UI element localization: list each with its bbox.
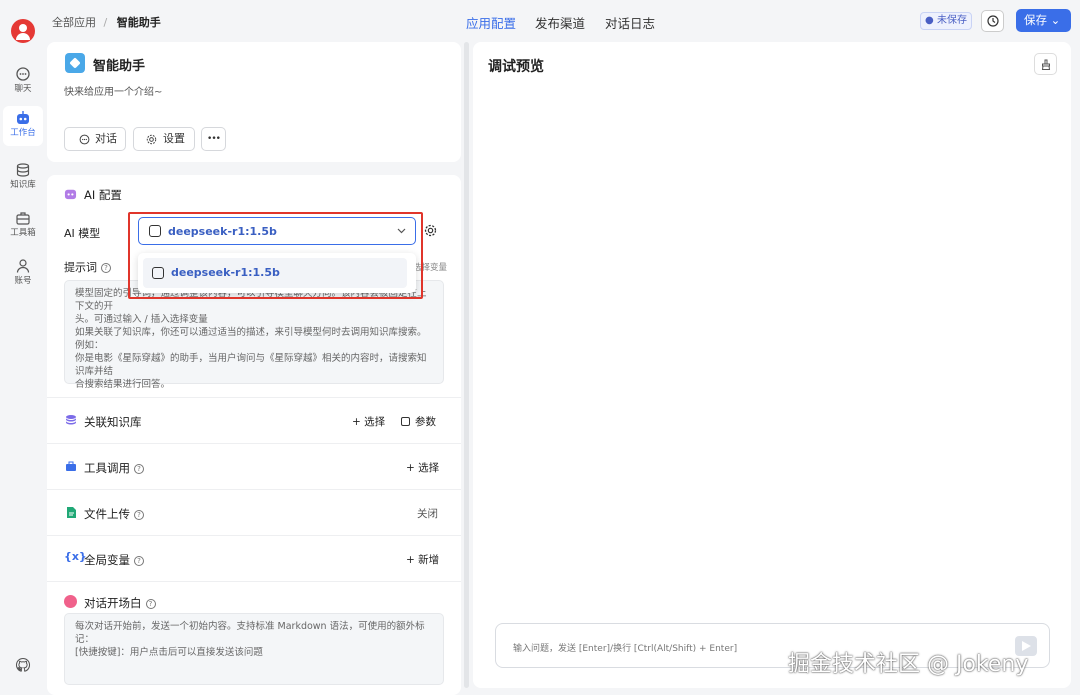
file-upload-title-text: 文件上传 [84,507,130,521]
sidebar-item-label: 工作台 [10,128,36,138]
prompt-label-text: 提示词 [64,261,97,274]
help-icon: ? [134,556,144,566]
divider [47,535,461,536]
github-icon[interactable] [15,657,31,673]
gear-icon [146,134,157,145]
model-settings-gear-icon[interactable] [424,224,437,237]
settings-button[interactable]: 设置 [133,127,195,151]
kb-params-label: 参数 [415,416,436,428]
divider [47,397,461,398]
database-icon [16,163,30,177]
help-icon: ? [101,263,111,273]
robot-icon [17,111,29,124]
ai-model-label: AI 模型 [64,227,101,240]
prompt-line: 你是电影《星际穿越》的助手，当用户询问与《星际穿越》相关的内容时，请搜索知识库并… [75,353,427,377]
tools-title: 工具调用? [84,460,144,476]
global-vars-title: 全局变量? [84,552,144,568]
highlight-annotation [128,212,423,299]
save-button[interactable]: 保存 ⌄ [1016,9,1071,32]
kb-select-button[interactable]: + 选择 [352,414,385,429]
debug-preview-title: 调试预览 [488,59,544,75]
file-upload-status[interactable]: 关闭 [417,506,438,521]
debug-preview-panel [473,42,1071,688]
sidebar-item-label: 账号 [14,276,32,286]
file-upload-icon [67,507,76,518]
opening-message-textarea[interactable]: 每次对话开始前，发送一个初始内容。支持标准 Markdown 语法，可使用的额外… [64,613,444,685]
sidebar-item-label: 工具箱 [10,228,36,238]
unsaved-badge: ● 未保存 [920,12,972,30]
sidebar-item-label: 聊天 [14,84,32,94]
chat-button-label: 对话 [95,132,117,145]
prompt-line: 如果关联了知识库，你还可以通过适当的描述，来引导模型何时去调用知识库搜索。例如： [75,327,427,351]
help-icon: ? [145,599,156,609]
help-icon: ? [134,464,144,474]
panel-scrollbar[interactable] [464,42,469,688]
opening-line: [快捷按键]：用户点击后可以直接发送该问题 [75,647,263,658]
sidebar-item-chat[interactable]: 聊天 [3,62,43,102]
knowledge-base-title: 关联知识库 [84,415,142,429]
opening-message-title-text: 对话开场白 [84,596,142,610]
opening-message-title: 对话开场白? [84,595,156,611]
app-name: 智能助手 [93,59,146,74]
tab-app-config[interactable]: 应用配置 [466,13,516,32]
clear-chat-button[interactable] [1034,53,1057,75]
sidebar-item-label: 知识库 [10,180,36,190]
chat-icon [79,134,90,145]
opening-message-icon [64,595,77,608]
chat-button[interactable]: 对话 [64,127,126,151]
app-intro[interactable]: 快来给应用一个介绍~ [64,83,162,98]
tab-chat-logs[interactable]: 对话日志 [605,13,655,32]
divider [47,443,461,444]
more-button[interactable]: ••• [201,127,226,151]
chat-input-placeholder: 输入问题，发送 [Enter]/换行 [Ctrl(Alt/Shift) + En… [513,644,738,654]
prompt-label: 提示词? [64,259,111,275]
broom-icon [1041,59,1051,70]
file-upload-title: 文件上传? [84,506,144,522]
global-vars-title-text: 全局变量 [84,553,130,567]
prompt-line: 合搜索结果进行回答。 [75,379,171,390]
user-icon [16,259,30,273]
help-icon: ? [134,510,144,520]
toolbox-icon [66,461,76,471]
tab-publish-channel[interactable]: 发布渠道 [535,13,585,32]
breadcrumb-separator: / [103,16,108,29]
kb-params-button[interactable]: 参数 [401,414,436,429]
tools-title-text: 工具调用 [84,461,130,475]
watermark: 掘金技术社区 @ Jokeny [788,652,1029,677]
breadcrumb: 全部应用 / 智能助手 [52,14,161,30]
settings-button-label: 设置 [163,132,185,145]
breadcrumb-current: 智能助手 [116,16,161,29]
history-button[interactable] [981,10,1004,32]
divider [47,581,461,582]
sidebar-item-toolbox[interactable]: 工具箱 [3,206,43,246]
sidebar-item-account[interactable]: 账号 [3,254,43,294]
sidebar-item-knowledge[interactable]: 知识库 [3,158,43,198]
knowledge-base-icon [66,415,76,425]
ai-config-title: AI 配置 [84,188,122,202]
sidebar-item-workbench[interactable]: 工作台 [3,106,43,146]
user-avatar[interactable] [11,19,35,43]
toolbox-icon [16,212,30,225]
clock-icon [987,15,999,27]
breadcrumb-root[interactable]: 全部应用 [52,16,96,29]
chat-icon [16,67,30,81]
left-sidebar [0,0,46,695]
opening-line: 每次对话开始前，发送一个初始内容。支持标准 Markdown 语法，可使用的额外… [75,621,425,645]
ai-robot-icon [64,189,77,200]
global-vars-add-button[interactable]: + 新增 [406,552,439,567]
app-logo-icon [65,53,85,73]
tools-select-button[interactable]: + 选择 [406,460,439,475]
edit-icon [401,417,410,426]
prompt-line: 头。可通过输入 / 插入选择变量 [75,314,208,325]
divider [47,489,461,490]
